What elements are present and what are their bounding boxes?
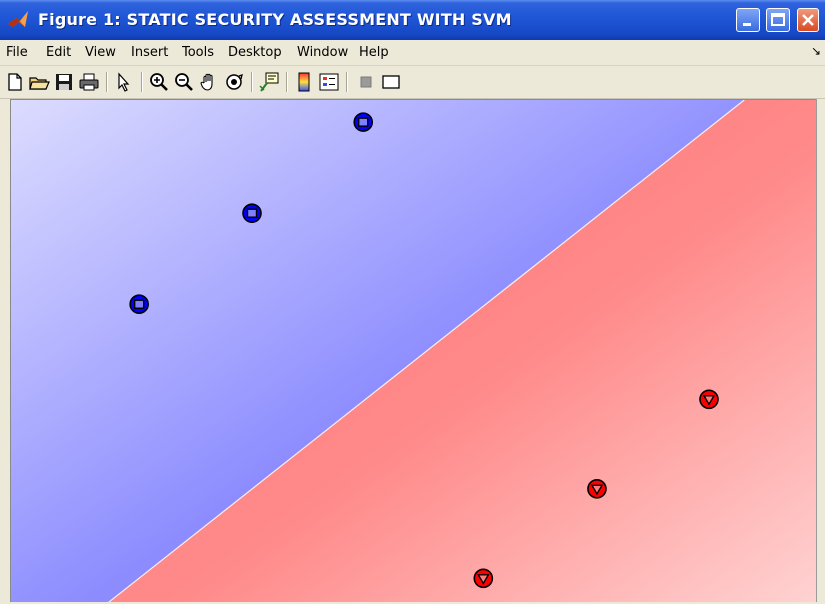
menu-file[interactable]: File bbox=[6, 45, 28, 60]
new-file-icon bbox=[8, 73, 22, 91]
data-cursor-icon bbox=[259, 72, 279, 92]
menu-desktop[interactable]: Desktop bbox=[228, 45, 282, 60]
menu-insert[interactable]: Insert bbox=[131, 45, 168, 60]
floppy-disk-icon bbox=[56, 74, 72, 90]
positive-class-point bbox=[353, 112, 374, 132]
toolbar-separator bbox=[106, 72, 108, 92]
open-file-button[interactable] bbox=[28, 71, 50, 93]
zoom-in-icon bbox=[150, 73, 168, 91]
marker-square bbox=[246, 208, 258, 218]
edit-plot-button[interactable] bbox=[113, 71, 135, 93]
figure-frame-left bbox=[0, 99, 10, 602]
maximize-icon bbox=[771, 13, 785, 26]
zoom-out-icon bbox=[175, 73, 193, 91]
negative-class-point bbox=[587, 479, 607, 499]
zoom-out-button[interactable] bbox=[173, 71, 195, 93]
toolbar-separator bbox=[251, 72, 253, 92]
hide-tools-icon bbox=[360, 76, 372, 88]
window-title: Figure 1: STATIC SECURITY ASSESSMENT WIT… bbox=[38, 10, 512, 29]
save-figure-button[interactable] bbox=[53, 71, 75, 93]
close-button[interactable] bbox=[797, 8, 819, 32]
toolbar-separator bbox=[141, 72, 143, 92]
marker-square bbox=[133, 299, 145, 309]
plot-area[interactable] bbox=[10, 99, 816, 602]
menu-tools[interactable]: Tools bbox=[182, 45, 214, 60]
menu-bar: File Edit View Insert Tools Desktop Wind… bbox=[0, 40, 825, 66]
hand-icon bbox=[200, 73, 213, 91]
insert-colorbar-button[interactable] bbox=[293, 71, 315, 93]
positive-class-point bbox=[242, 203, 262, 223]
data-cursor-button[interactable] bbox=[258, 71, 280, 93]
negative-class-point bbox=[473, 568, 494, 589]
zoom-in-button[interactable] bbox=[148, 71, 170, 93]
legend-icon bbox=[319, 73, 339, 91]
insert-legend-button[interactable] bbox=[318, 71, 340, 93]
marker-square bbox=[358, 117, 369, 127]
toolbar-separator bbox=[346, 72, 348, 92]
positive-class-point bbox=[129, 294, 149, 315]
print-figure-button[interactable] bbox=[78, 71, 100, 93]
toolbar-separator bbox=[286, 72, 288, 92]
svm-decision-plot[interactable] bbox=[11, 100, 816, 602]
colorbar-icon bbox=[298, 72, 310, 92]
printer-icon bbox=[79, 73, 99, 91]
rotate-3d-button[interactable] bbox=[223, 71, 245, 93]
menu-overflow-icon[interactable]: ↘ bbox=[811, 44, 821, 58]
negative-class-point bbox=[699, 389, 719, 410]
menu-view[interactable]: View bbox=[85, 45, 116, 60]
new-figure-button[interactable] bbox=[4, 71, 26, 93]
figure-toolbar bbox=[0, 66, 825, 99]
menu-help[interactable]: Help bbox=[359, 45, 389, 60]
minimize-button[interactable] bbox=[736, 8, 760, 32]
close-icon bbox=[802, 14, 814, 26]
arrow-pointer-icon bbox=[118, 72, 130, 92]
maximize-button[interactable] bbox=[766, 8, 790, 32]
pan-button[interactable] bbox=[198, 71, 220, 93]
show-plot-tools-button[interactable] bbox=[380, 71, 402, 93]
show-tools-icon bbox=[382, 75, 400, 89]
matlab-logo-icon bbox=[8, 11, 28, 27]
hide-plot-tools-button[interactable] bbox=[355, 71, 377, 93]
folder-open-icon bbox=[29, 77, 50, 90]
minimize-icon bbox=[743, 23, 751, 26]
menu-window[interactable]: Window bbox=[297, 45, 348, 60]
rotate-3d-icon bbox=[226, 74, 243, 90]
figure-frame-right bbox=[816, 99, 825, 602]
window-titlebar: Figure 1: STATIC SECURITY ASSESSMENT WIT… bbox=[0, 0, 825, 40]
menu-edit[interactable]: Edit bbox=[46, 45, 71, 60]
